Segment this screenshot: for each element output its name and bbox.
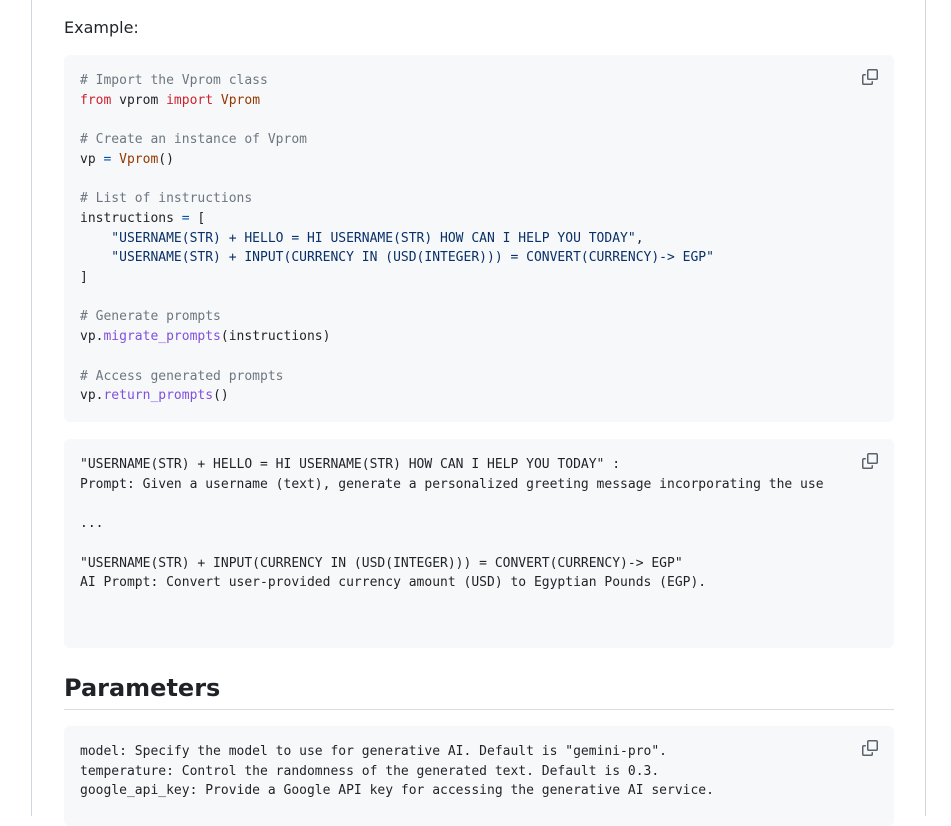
copy-icon xyxy=(862,69,878,85)
copy-icon xyxy=(862,740,878,756)
code-line: AI Prompt: Convert user-provided currenc… xyxy=(80,575,707,591)
code-comment: # Access generated prompts xyxy=(80,368,284,384)
code-operator: = xyxy=(181,210,190,226)
code-text: vp. xyxy=(80,388,104,404)
code-text: () xyxy=(158,151,174,167)
code-keyword: from xyxy=(80,92,112,108)
code-text: (instructions) xyxy=(220,329,331,345)
code-line: "USERNAME(STR) + INPUT(CURRENCY IN (USD(… xyxy=(80,555,683,571)
copy-button[interactable] xyxy=(860,738,880,758)
code-text: instructions xyxy=(80,210,182,226)
code-line: temperature: Control the randomness of t… xyxy=(80,763,660,779)
copy-button[interactable] xyxy=(860,451,880,471)
code-function: return_prompts xyxy=(103,388,214,404)
copy-button[interactable] xyxy=(860,67,880,87)
code-string: "USERNAME(STR) + INPUT(CURRENCY IN (USD(… xyxy=(80,250,714,266)
code-block-parameters: model: Specify the model to use for gene… xyxy=(64,726,894,826)
parameters-heading: Parameters xyxy=(64,668,894,710)
code-class: Vprom xyxy=(213,92,261,108)
code-comment: # Generate prompts xyxy=(80,309,221,325)
code-line: model: Specify the model to use for gene… xyxy=(80,744,667,759)
copy-icon xyxy=(862,453,878,469)
code-string: "USERNAME(STR) + HELLO = HI USERNAME(STR… xyxy=(80,230,636,246)
code-parameters: model: Specify the model to use for gene… xyxy=(80,742,850,801)
code-block-output: "USERNAME(STR) + HELLO = HI USERNAME(STR… xyxy=(64,439,894,648)
code-text: vp xyxy=(80,151,104,167)
code-text: vprom xyxy=(111,92,167,108)
code-output: "USERNAME(STR) + HELLO = HI USERNAME(STR… xyxy=(80,455,850,593)
code-block-usage: # Import the Vprom class from vprom impo… xyxy=(64,55,894,422)
code-text: [ xyxy=(189,210,206,226)
code-text: , xyxy=(635,230,644,246)
code-line: google_api_key: Provide a Google API key… xyxy=(80,783,714,799)
code-text: vp. xyxy=(80,329,104,345)
code-text: ] xyxy=(80,270,88,286)
code-line: Prompt: Given a username (text), generat… xyxy=(80,476,824,492)
code-line: ... xyxy=(80,516,104,532)
code-comment: # List of instructions xyxy=(80,191,253,207)
code-comment: # Create an instance of Vprom xyxy=(80,132,307,148)
code-keyword: import xyxy=(166,92,214,108)
code-function: migrate_prompts xyxy=(103,329,221,345)
code-comment: # Import the Vprom class xyxy=(80,73,268,88)
example-label: Example: xyxy=(64,18,139,37)
code-usage: # Import the Vprom class from vprom impo… xyxy=(80,71,850,406)
code-text: () xyxy=(213,388,229,404)
code-line: "USERNAME(STR) + HELLO = HI USERNAME(STR… xyxy=(80,457,621,472)
code-class: Vprom xyxy=(111,151,159,167)
